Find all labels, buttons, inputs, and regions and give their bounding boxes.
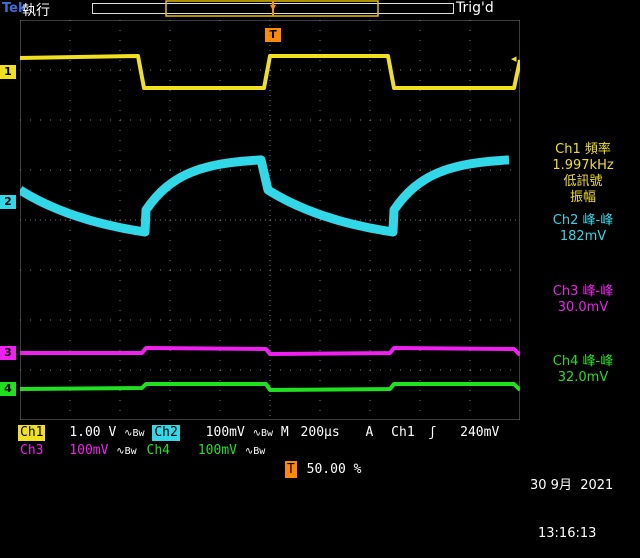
trigger-status: Trig'd	[456, 0, 494, 16]
ch2-ground-marker[interactable]: 2	[0, 195, 16, 209]
ch2-trace	[20, 155, 510, 237]
ch3-scale[interactable]: 100mV	[69, 443, 108, 458]
ch2-scale[interactable]: 100mV	[206, 425, 245, 440]
channel-scale-row-2: Ch3 100mV ∿Bw Ch4 100mV ∿Bw	[18, 443, 308, 459]
trigger-slope-icon: ʃ	[428, 425, 437, 440]
bw-limit-icon: ∿Bw	[124, 428, 145, 439]
ch3-trace	[20, 346, 520, 357]
ch4-trace	[20, 382, 520, 392]
bw-limit-icon: ∿Bw	[244, 446, 266, 457]
ch2-pk-pk-measurement: Ch2 峰-峰 182mV	[552, 213, 614, 244]
ch4-label[interactable]: Ch4	[145, 443, 172, 459]
datetime: 30 9月 2021 13:16:13	[530, 446, 613, 558]
time: 13:16:13	[538, 526, 597, 541]
ch3-pk-pk-measurement: Ch3 峰-峰 30.0mV	[552, 284, 614, 315]
ch3-ground-marker[interactable]: 3	[0, 346, 16, 360]
date: 30 9月 2021	[530, 478, 614, 493]
ch3-label[interactable]: Ch3	[18, 443, 45, 459]
trigger-source[interactable]: Ch1	[391, 425, 414, 440]
ch2-label[interactable]: Ch2	[152, 425, 180, 441]
waveform-display	[20, 20, 520, 420]
trigger-point-icon: ▾	[269, 0, 277, 14]
trigger-position-icon: T	[285, 461, 297, 478]
ch1-trace	[20, 54, 520, 90]
ch1-label[interactable]: Ch1	[18, 425, 46, 441]
ch4-scale[interactable]: 100mV	[198, 443, 237, 458]
acq-label: A	[365, 425, 374, 440]
timebase-label: M	[280, 425, 289, 440]
ch4-pk-pk-measurement: Ch4 峰-峰 32.0mV	[552, 354, 614, 385]
trigger-position-value: 50.00 %	[306, 462, 362, 477]
trigger-level[interactable]: 240mV	[460, 425, 499, 440]
acquisition-mode: 執行	[22, 3, 50, 19]
trigger-position-readout[interactable]: T 50.00 %	[285, 461, 361, 478]
top-status-bar: Tek 執行 Trig'd	[0, 0, 640, 20]
ch1-scale[interactable]: 1.00 V	[69, 425, 116, 440]
ch4-ground-marker[interactable]: 4	[0, 382, 16, 396]
channel-scale-row-1: Ch1 1.00 V ∿Bw Ch2 100mV ∿Bw M 200µs A C…	[18, 425, 528, 441]
ch1-frequency-measurement: Ch1 頻率 1.997kHz 低訊號 振幅	[552, 142, 614, 205]
ch1-trigger-level-icon: ◂	[511, 52, 517, 65]
bw-limit-icon: ∿Bw	[116, 446, 137, 457]
ch1-ground-marker[interactable]: 1	[0, 65, 16, 79]
bw-limit-icon: ∿Bw	[252, 428, 274, 439]
timebase-scale[interactable]: 200µs	[301, 425, 340, 440]
